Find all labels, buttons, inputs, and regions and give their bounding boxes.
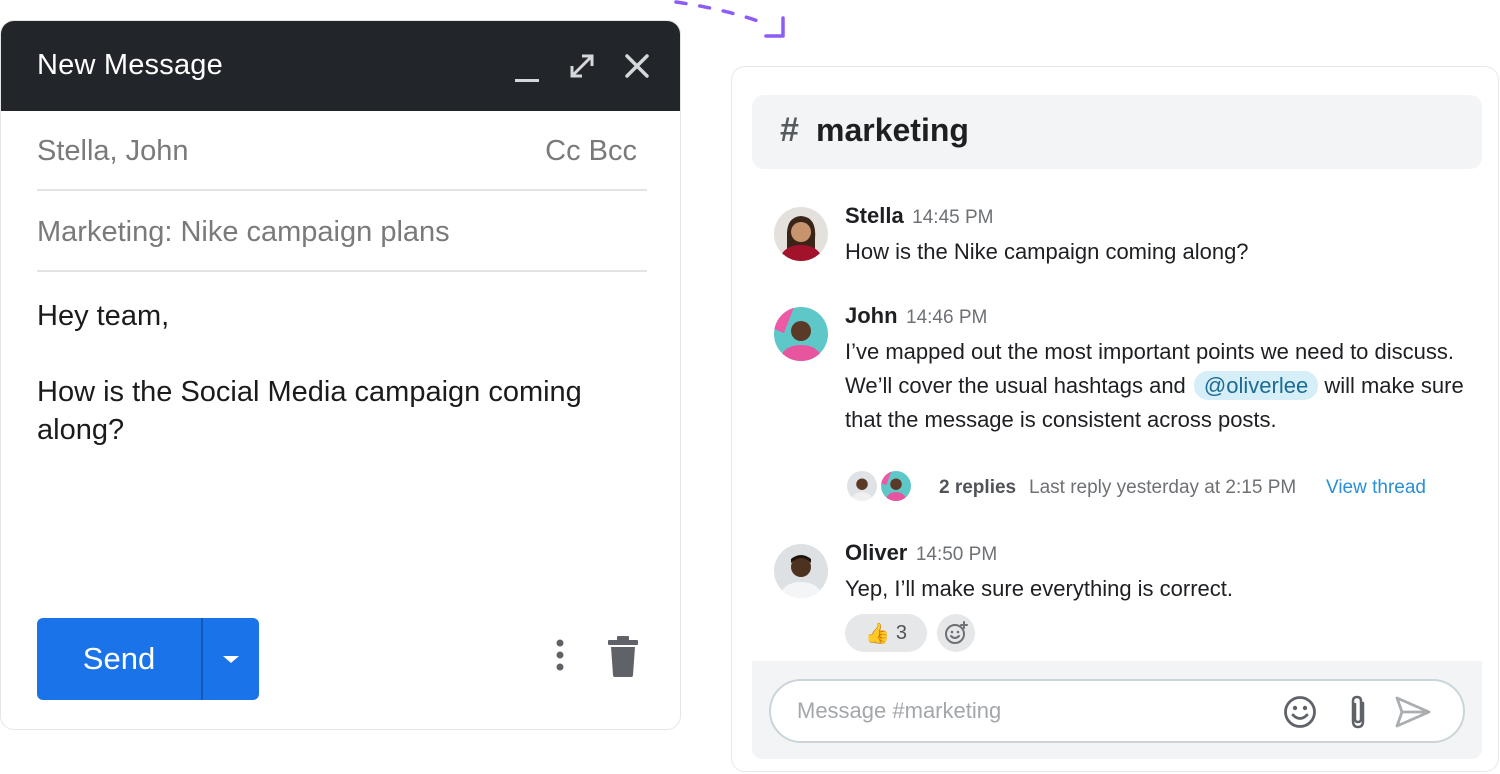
- message-composer: [752, 661, 1482, 759]
- avatar-oliver[interactable]: [774, 544, 828, 598]
- add-reaction-button[interactable]: [937, 614, 975, 652]
- message-body[interactable]: How is the Social Media campaign coming …: [37, 373, 597, 449]
- timestamp: 14:46 PM: [906, 307, 988, 328]
- message-text: I’ve mapped out the most important point…: [845, 335, 1485, 437]
- timestamp: 14:50 PM: [915, 544, 998, 565]
- add-reaction-icon: [945, 621, 968, 644]
- reaction-thumbs-up[interactable]: 👍 3: [845, 614, 927, 652]
- thread-summary[interactable]: 2 replies Last reply yesterday at 2:15 P…: [845, 469, 1465, 505]
- expand-icon[interactable]: [566, 50, 598, 82]
- send-options-button[interactable]: [203, 618, 259, 700]
- recipients-value: Stella, John: [37, 134, 189, 167]
- chat-panel: # marketing Stella 14:45 PM How is the N…: [731, 66, 1499, 772]
- author-name[interactable]: Stella: [845, 203, 904, 228]
- decorative-arrow-icon: [674, 0, 785, 38]
- user-mention[interactable]: @oliverlee: [1193, 371, 1319, 400]
- last-reply-time: Last reply yesterday at 2:15 PM: [1029, 477, 1297, 498]
- reply-avatar: [879, 469, 913, 503]
- message-text: Yep, I’ll make sure everything is correc…: [845, 576, 1234, 601]
- channel-name[interactable]: marketing: [816, 112, 969, 149]
- thumbs-up-icon: 👍: [864, 622, 890, 645]
- trash-icon[interactable]: [607, 635, 639, 677]
- send-button-group: Send: [37, 618, 259, 700]
- author-name[interactable]: Oliver: [845, 540, 907, 565]
- replies-count[interactable]: 2 replies: [939, 477, 1016, 499]
- compose-header: New Message: [1, 21, 680, 111]
- message-header: John 14:46 PM: [845, 303, 987, 329]
- send-arrow-icon[interactable]: [1394, 695, 1432, 729]
- dropdown-caret-icon: [223, 655, 239, 663]
- reply-avatar: [845, 469, 879, 503]
- cc-bcc-link[interactable]: Cc Bcc: [545, 135, 637, 168]
- subject-field[interactable]: Marketing: Nike campaign plans: [37, 194, 647, 272]
- author-name[interactable]: John: [845, 303, 898, 328]
- minimize-icon[interactable]: [513, 50, 543, 84]
- compose-title: New Message: [37, 49, 223, 81]
- reaction-count: 3: [895, 621, 908, 644]
- recipients-field[interactable]: Stella, John Cc Bcc: [37, 113, 647, 191]
- timestamp: 14:45 PM: [912, 207, 994, 228]
- more-vertical-icon[interactable]: [551, 637, 569, 673]
- close-icon[interactable]: [621, 50, 653, 82]
- compose-window: New Message Stella, John Cc Bcc Marketin…: [0, 20, 681, 730]
- channel-header: # marketing: [752, 95, 1482, 169]
- avatar-john[interactable]: [774, 307, 828, 361]
- message-header: Stella 14:45 PM: [845, 203, 993, 229]
- paperclip-icon[interactable]: [1346, 694, 1372, 730]
- message-greeting[interactable]: Hey team,: [37, 297, 597, 335]
- subject-value: Marketing: Nike campaign plans: [37, 215, 450, 248]
- hash-icon: #: [780, 111, 799, 149]
- emoji-icon[interactable]: [1283, 695, 1317, 729]
- message-text: How is the Nike campaign coming along?: [845, 239, 1249, 264]
- send-button[interactable]: Send: [37, 618, 203, 700]
- message-header: Oliver 14:50 PM: [845, 540, 997, 566]
- view-thread-link[interactable]: View thread: [1326, 477, 1426, 499]
- avatar-stella[interactable]: [774, 207, 828, 261]
